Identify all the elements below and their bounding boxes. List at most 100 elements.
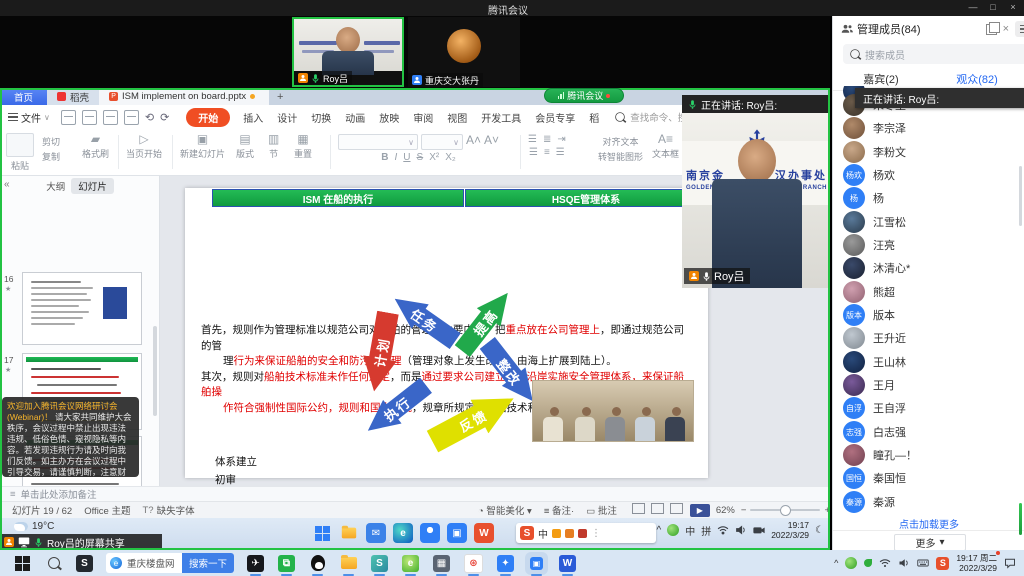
antivirus-ball-icon[interactable] <box>667 524 679 536</box>
member-search-input[interactable]: 搜索成员 <box>843 44 1024 64</box>
view-sorter-icon[interactable] <box>651 503 664 514</box>
app-bird-icon[interactable]: ✦ <box>497 555 514 572</box>
app-s-icon[interactable]: S <box>76 555 93 572</box>
participant-row[interactable]: 熊超 <box>833 281 1023 303</box>
layout-button[interactable]: ▤版式 <box>236 133 254 160</box>
slide-thumb-16[interactable] <box>22 272 142 345</box>
keyboard-icon[interactable] <box>917 557 929 569</box>
new-slide-button[interactable]: ▣新建幻灯片 <box>180 133 225 160</box>
participant-row[interactable]: 王升近 <box>833 327 1023 349</box>
wps-document-tab[interactable]: P ISM implement on board.pptx <box>99 88 269 105</box>
floating-speaker-video[interactable]: 正在讲话: Roy吕: 南京金 汉办事处 GOLDENKIN WUHAN BRA… <box>682 95 830 288</box>
strike-button[interactable]: S <box>417 152 424 163</box>
participant-row[interactable]: 王山林 <box>833 351 1023 373</box>
participant-row[interactable]: 王月 <box>833 374 1023 396</box>
bold-button[interactable]: B <box>381 152 388 163</box>
presenter-clock[interactable]: 19:17 2022/3/29 <box>771 520 809 540</box>
tencent-meeting-icon[interactable]: ▣ <box>528 555 545 572</box>
sidebar-scrollbar-green[interactable] <box>1019 503 1022 535</box>
calculator-icon[interactable]: ▦ <box>433 555 450 572</box>
menu-tab-transition[interactable]: 切换 <box>304 110 338 125</box>
participant-row[interactable]: 汪亮 <box>833 234 1023 256</box>
ime-cn-indicator[interactable]: 中 <box>685 523 695 538</box>
sidebar-scrollbar[interactable] <box>1019 166 1022 226</box>
slideshow-play-button[interactable]: ▶ <box>690 504 710 517</box>
menu-tab-view[interactable]: 视图 <box>440 110 474 125</box>
menu-tab-devtools[interactable]: 开发工具 <box>474 110 528 125</box>
weather-widget[interactable]: 19°C <box>14 521 54 532</box>
align-left-icon[interactable]: ☰ <box>529 147 538 158</box>
menu-tab-design[interactable]: 设计 <box>270 110 304 125</box>
paste-button[interactable]: 粘贴 <box>6 133 34 172</box>
night-mode-icon[interactable]: ☾ <box>815 525 824 536</box>
wps-home-tab[interactable]: 首页 <box>0 88 47 105</box>
ime-toolbar[interactable]: S 中 ⋮ <box>516 523 656 543</box>
font-name-select[interactable]: ∨ <box>338 134 418 150</box>
mail-icon[interactable]: ✉ <box>366 523 386 543</box>
menu-tab-review[interactable]: 审阅 <box>406 110 440 125</box>
search-go-button[interactable]: 搜索一下 <box>182 553 234 573</box>
numbering-icon[interactable]: ≣ <box>543 134 551 145</box>
italic-button[interactable]: I <box>395 152 398 163</box>
green-leaf-icon[interactable] <box>864 559 872 567</box>
wechat-icon[interactable]: ⧉ <box>278 555 295 572</box>
new-tab-button[interactable]: + <box>269 88 291 105</box>
load-more-link[interactable]: 点击加载更多 <box>833 516 1024 531</box>
participant-row[interactable]: 李宗泽 <box>833 117 1023 139</box>
menu-tab-slideshow[interactable]: 放映 <box>372 110 406 125</box>
participant-row[interactable]: 国恒秦国恒 <box>833 467 1023 489</box>
align-right-icon[interactable]: ☰ <box>556 147 565 158</box>
ie-icon[interactable]: e <box>402 555 419 572</box>
video-tile-roy[interactable]: Roy吕 <box>292 17 404 87</box>
play-current-button[interactable]: ▷当页开始 <box>126 133 162 160</box>
popout-icon[interactable] <box>986 24 997 35</box>
missing-font-warning[interactable]: 缺失字体 <box>157 503 195 517</box>
zoom-slider-knob[interactable] <box>780 505 791 516</box>
participant-row[interactable]: 瞳孔—！ <box>833 444 1023 466</box>
video-tile-zhangdan[interactable]: 重庆交大张丹 <box>408 17 520 87</box>
grow-font-icon[interactable]: A˄ <box>466 134 481 150</box>
redo-icon[interactable]: ⟳ <box>160 111 169 124</box>
file-menu-button[interactable]: 文件∨ <box>0 110 58 125</box>
close-button[interactable]: × <box>1006 2 1020 12</box>
format-painter-button[interactable]: ▰格式刷 <box>82 133 109 160</box>
more-button[interactable]: 更多▾ <box>894 534 966 551</box>
notification-center-icon[interactable] <box>1004 557 1016 569</box>
tray-expand-icon[interactable]: ^ <box>834 558 838 568</box>
bullets-icon[interactable]: ☰ <box>528 134 537 145</box>
menu-tab-docer-res[interactable]: 稻 <box>582 110 606 125</box>
font-size-select[interactable]: ∨ <box>421 134 463 150</box>
underline-button[interactable]: U <box>403 152 410 163</box>
wps-docer-tab[interactable]: 稻壳 <box>47 88 99 105</box>
undo-icon[interactable]: ⟲ <box>145 111 154 124</box>
participant-row[interactable]: 杨欢杨欢 <box>833 164 1023 186</box>
participant-list[interactable]: 朱冬生 李宗泽 李粉文 杨欢杨欢 杨杨 江雪松 汪亮 沐清心* 熊超 版本版本 … <box>833 86 1023 514</box>
volume-icon[interactable] <box>898 557 910 569</box>
qq-icon[interactable] <box>309 555 326 572</box>
wifi-icon[interactable] <box>717 524 729 536</box>
preview-icon[interactable] <box>124 110 139 125</box>
meeting-toolbar-pill[interactable]: 腾讯会议 <box>544 88 624 103</box>
menu-icon[interactable] <box>1015 21 1024 37</box>
participant-row[interactable]: 自浮王自浮 <box>833 397 1023 419</box>
reset-button[interactable]: ▦重置 <box>294 133 312 160</box>
maximize-button[interactable]: □ <box>986 2 1000 12</box>
meeting-app-icon[interactable]: ▣ <box>447 523 467 543</box>
beautify-button[interactable]: ◔ 智能美化 ▾ <box>478 503 532 517</box>
zoom-level[interactable]: 62% <box>716 505 735 516</box>
edge-icon[interactable]: e <box>393 523 413 543</box>
screen-share-indicator[interactable]: Roy吕的屏幕共享 <box>0 534 162 550</box>
participant-row[interactable]: 李粉文 <box>833 141 1023 163</box>
start-button-win11[interactable] <box>312 523 332 543</box>
copy-button[interactable]: 复制 <box>42 150 60 163</box>
taskbar-search-icon[interactable] <box>45 555 62 572</box>
explorer-icon[interactable] <box>339 523 359 543</box>
zoom-slider[interactable] <box>750 509 820 511</box>
menu-tab-animation[interactable]: 动画 <box>338 110 372 125</box>
start-button[interactable] <box>14 555 31 572</box>
notes-bar[interactable]: ≡ 单击此处添加备注 <box>0 486 830 501</box>
participant-row[interactable]: 秦源秦源 <box>833 491 1023 513</box>
mailmaster-icon[interactable]: ✈ <box>247 555 264 572</box>
close-panel-icon[interactable]: × <box>1003 23 1009 35</box>
tray-expand-icon[interactable]: ^ <box>657 525 662 536</box>
